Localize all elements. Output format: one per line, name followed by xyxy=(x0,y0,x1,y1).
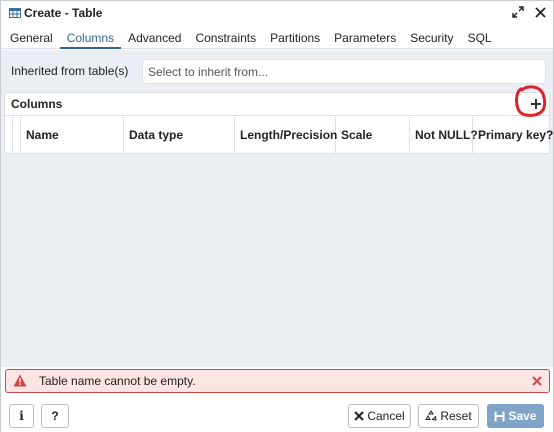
tab-columns[interactable]: Columns xyxy=(59,27,122,49)
columns-panel-header: Columns xyxy=(5,93,549,116)
save-button[interactable]: Save xyxy=(487,404,544,428)
col-header-scale[interactable]: Scale xyxy=(336,117,410,153)
grid-delete-col xyxy=(13,117,21,153)
col-header-primary-key[interactable]: Primary key? xyxy=(473,117,553,153)
columns-panel: Columns Name Data type Length/Precision … xyxy=(4,92,553,154)
tab-constraints[interactable]: Constraints xyxy=(188,27,263,49)
grid-edit-col xyxy=(5,117,13,153)
tab-parameters[interactable]: Parameters xyxy=(327,27,403,49)
inherit-row: Inherited from table(s) Select to inheri… xyxy=(1,50,553,90)
reset-button[interactable]: Reset xyxy=(418,404,479,428)
error-message: Table name cannot be empty. xyxy=(39,374,196,388)
col-header-length-precision[interactable]: Length/Precision xyxy=(235,117,337,153)
error-banner: Table name cannot be empty. xyxy=(5,369,550,393)
tab-content: Inherited from table(s) Select to inheri… xyxy=(1,50,553,367)
help-button[interactable]: ? xyxy=(41,404,69,428)
plus-icon xyxy=(531,99,541,109)
inherit-label: Inherited from table(s) xyxy=(11,64,129,78)
col-header-data-type[interactable]: Data type xyxy=(124,117,235,153)
dialog-title: Create - Table xyxy=(24,6,103,20)
cancel-button[interactable]: Cancel xyxy=(348,404,411,428)
table-icon xyxy=(9,7,21,19)
save-button-label: Save xyxy=(508,409,537,423)
tab-bar: General Columns Advanced Constraints Par… xyxy=(1,27,553,49)
dialog-footer: i ? Cancel Reset Save xyxy=(1,395,553,432)
title-bar[interactable]: Create - Table xyxy=(1,1,553,25)
columns-title: Columns xyxy=(11,97,63,111)
create-table-dialog: Create - Table General Columns Advanced … xyxy=(0,0,554,432)
warning-icon xyxy=(13,374,27,388)
columns-grid-header: Name Data type Length/Precision Scale No… xyxy=(5,117,553,153)
x-icon xyxy=(354,411,365,421)
close-icon[interactable] xyxy=(533,5,547,19)
tab-advanced[interactable]: Advanced xyxy=(121,27,188,49)
maximize-icon[interactable] xyxy=(511,5,525,19)
reset-button-label: Reset xyxy=(440,409,472,423)
recycle-icon xyxy=(425,410,437,421)
info-button[interactable]: i xyxy=(9,404,34,428)
tab-security[interactable]: Security xyxy=(403,27,460,49)
tab-partitions[interactable]: Partitions xyxy=(263,27,327,49)
cancel-button-label: Cancel xyxy=(367,409,405,423)
add-column-button[interactable] xyxy=(527,95,545,113)
col-header-name[interactable]: Name xyxy=(21,117,124,153)
tab-sql[interactable]: SQL xyxy=(461,27,499,49)
save-icon xyxy=(494,411,505,421)
col-header-not-null[interactable]: Not NULL? xyxy=(410,117,478,153)
tab-general[interactable]: General xyxy=(3,27,60,49)
close-icon[interactable] xyxy=(531,374,543,388)
inherit-select[interactable]: Select to inherit from... xyxy=(142,59,546,84)
